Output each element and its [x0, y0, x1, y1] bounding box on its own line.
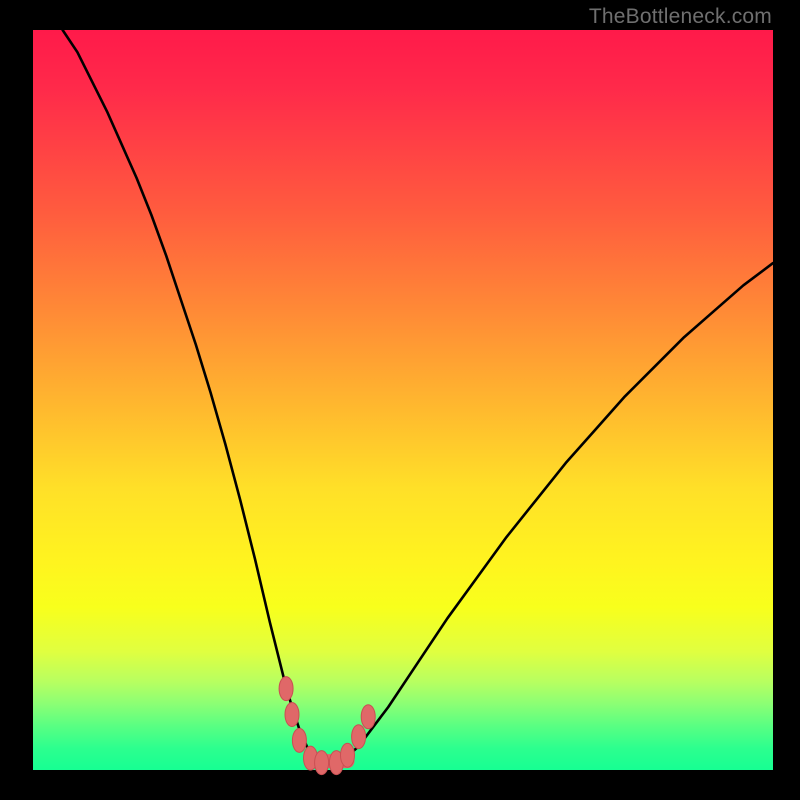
chart-plot-area [33, 30, 773, 770]
chart-frame: TheBottleneck.com [0, 0, 800, 800]
watermark-text: TheBottleneck.com [589, 5, 772, 29]
